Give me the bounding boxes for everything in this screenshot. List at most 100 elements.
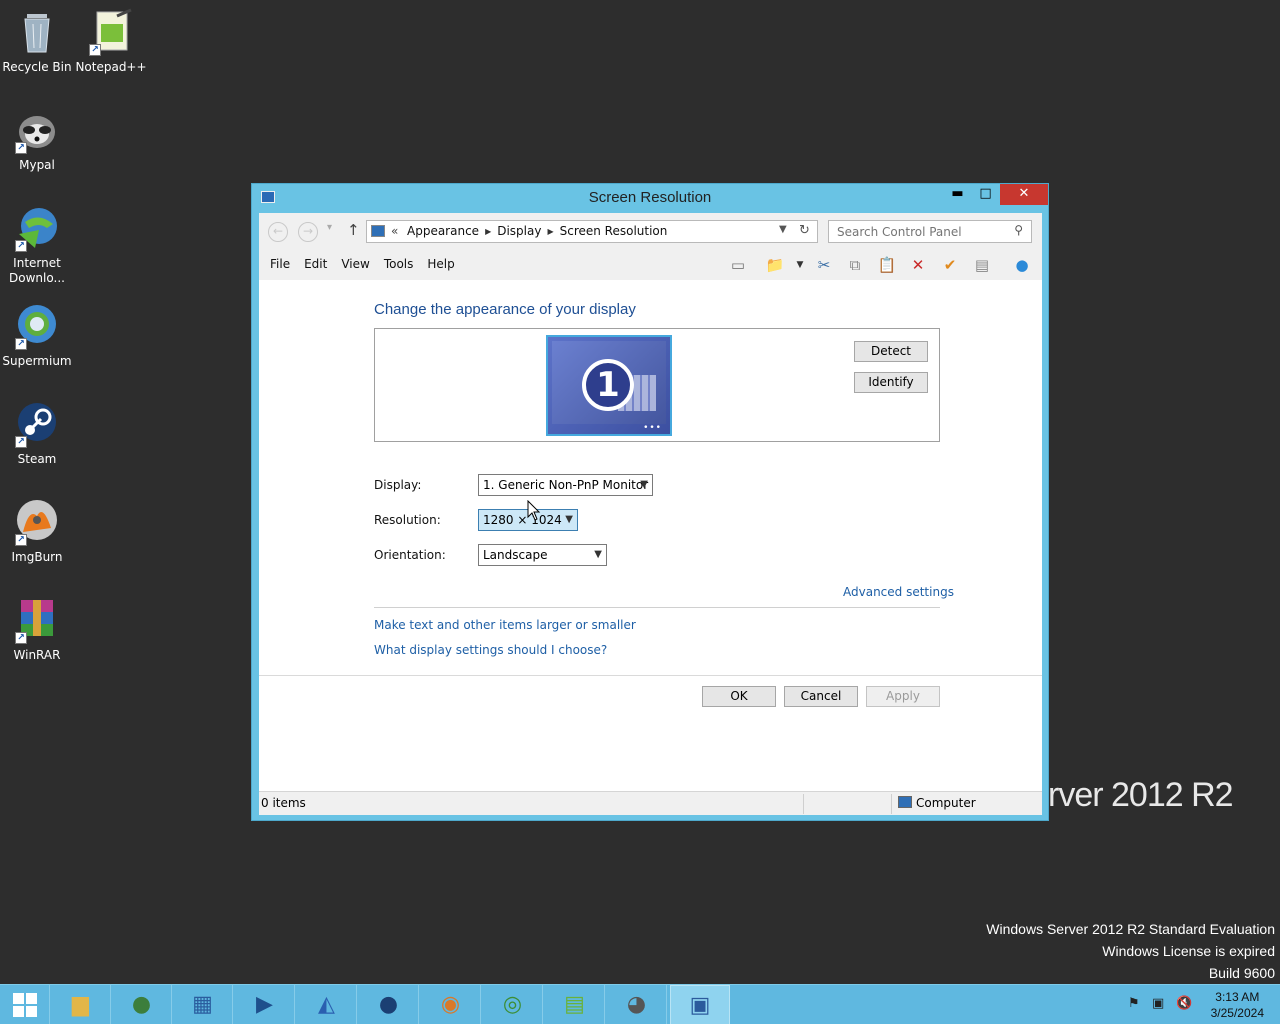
apply-button[interactable]: Apply	[866, 686, 940, 707]
breadcrumb-separator-icon[interactable]: ▶	[485, 224, 491, 240]
menu-bar: File Edit View Tools Help	[263, 257, 462, 271]
shortcut-arrow-icon: ↗	[15, 632, 27, 644]
toolbar-dropdown-icon[interactable]: ▼	[789, 255, 811, 275]
desktop-icon-winrar[interactable]: ↗ WinRAR	[0, 596, 74, 663]
ok-button[interactable]: OK	[702, 686, 776, 707]
folder-icon[interactable]: 📁	[764, 255, 786, 275]
start-button[interactable]	[0, 985, 50, 1024]
detect-button[interactable]: Detect	[854, 341, 928, 362]
mypal-raccoon-icon: ↗	[13, 106, 61, 154]
layout-pane-icon[interactable]: ▭	[727, 255, 749, 275]
monitor-dots-icon: •••	[643, 423, 662, 433]
desktop-icon-recycle-bin[interactable]: Recycle Bin	[0, 8, 74, 75]
status-divider	[891, 794, 892, 814]
taskbar-file-explorer[interactable]: ▆	[51, 985, 111, 1024]
address-dropdown-icon[interactable]: ▼	[779, 224, 787, 235]
breadcrumb-separator-icon[interactable]: ▶	[547, 224, 553, 240]
recent-pages-chevron-icon[interactable]: ▾	[327, 222, 332, 233]
globe-icon[interactable]: ●	[1011, 255, 1033, 275]
desktop-icon-label: WinRAR	[13, 648, 61, 662]
navigation-bar: ← → ▾ ↑ « Appearance ▶ Display ▶ Screen …	[259, 213, 1042, 249]
desktop-icon-label: ImgBurn	[11, 550, 63, 564]
menu-edit[interactable]: Edit	[297, 257, 334, 271]
taskbar-app-sail[interactable]: ◭	[297, 985, 357, 1024]
taskbar-steam[interactable]: ●	[359, 985, 419, 1024]
refresh-icon[interactable]: ↻	[799, 223, 810, 238]
shortcut-arrow-icon: ↗	[15, 436, 27, 448]
breadcrumb-appearance[interactable]: Appearance	[407, 224, 479, 240]
breadcrumb-display[interactable]: Display	[497, 224, 541, 240]
delete-icon[interactable]: ✕	[907, 255, 929, 275]
maximize-button[interactable]: □	[972, 184, 999, 205]
steam-icon: ↗	[13, 400, 61, 448]
monitor-thumbnail[interactable]: 1 •••	[546, 335, 672, 436]
orientation-select[interactable]: Landscape ▼	[478, 544, 607, 566]
windows-logo-icon	[12, 993, 37, 1017]
taskbar-notepad-plus-plus[interactable]: ▤	[545, 985, 605, 1024]
desktop-icon-mypal[interactable]: ↗ Mypal	[0, 106, 74, 173]
checkmark-icon[interactable]: ✔	[939, 255, 961, 275]
taskbar-control-panel[interactable]: ▣	[670, 985, 730, 1024]
section-divider	[374, 607, 940, 608]
forward-arrow-icon[interactable]: →	[298, 222, 318, 242]
desktop-icon-label: Mypal	[19, 158, 55, 172]
volume-muted-icon[interactable]: 🔇	[1176, 996, 1192, 1011]
window-client: ← → ▾ ↑ « Appearance ▶ Display ▶ Screen …	[259, 213, 1042, 815]
address-prefix[interactable]: «	[391, 224, 398, 238]
resolution-select-value: 1280 × 1024	[483, 513, 562, 527]
menu-view[interactable]: View	[334, 257, 376, 271]
desktop-icon-label: Recycle Bin	[2, 60, 72, 74]
display-help-link[interactable]: What display settings should I choose?	[374, 643, 607, 657]
desktop-icon-internet-download-manager[interactable]: ↗ Internet Downlo...	[0, 204, 74, 286]
identify-button[interactable]: Identify	[854, 372, 928, 393]
close-button[interactable]: ✕	[1000, 184, 1048, 205]
shortcut-arrow-icon: ↗	[15, 240, 27, 252]
breadcrumb-screen-resolution[interactable]: Screen Resolution	[560, 224, 668, 240]
display-select[interactable]: 1. Generic Non-PnP Monitor ▼	[478, 474, 653, 496]
status-divider	[803, 794, 804, 814]
notepad-plus-plus-icon: ▤	[564, 992, 585, 1017]
menu-file[interactable]: File	[263, 257, 297, 271]
properties-icon[interactable]: ▤	[971, 255, 993, 275]
window-titlebar[interactable]: Screen Resolution ▬ □ ✕	[252, 184, 1048, 213]
menu-tools[interactable]: Tools	[377, 257, 421, 271]
desktop-icon-steam[interactable]: ↗ Steam	[0, 400, 74, 467]
taskbar-supermium[interactable]: ●	[112, 985, 172, 1024]
desktop-icon-supermium[interactable]: ↗ Supermium	[0, 302, 74, 369]
search-icon[interactable]: ⚲	[1014, 223, 1023, 237]
chevron-down-icon: ▼	[565, 514, 573, 525]
up-arrow-icon[interactable]: ↑	[347, 221, 360, 239]
sail-app-icon: ◭	[318, 992, 335, 1017]
taskbar-powershell[interactable]: ▶	[235, 985, 295, 1024]
search-box[interactable]: ⚲	[828, 220, 1032, 243]
desktop-icon-imgburn[interactable]: ↗ ImgBurn	[0, 498, 74, 565]
cut-icon[interactable]: ✂	[813, 255, 835, 275]
page-title: Change the appearance of your display	[374, 301, 636, 318]
mypal-raccoon-icon: ◕	[626, 992, 647, 1017]
desktop-icon-label: Notepad++	[75, 60, 147, 74]
desktop-icon-notepad-plus-plus[interactable]: ↗ Notepad++	[74, 8, 148, 75]
shortcut-arrow-icon: ↗	[15, 338, 27, 350]
minimize-button[interactable]: ▬	[944, 184, 971, 205]
shortcut-arrow-icon: ↗	[15, 534, 27, 546]
action-center-flag-icon[interactable]: ⚑	[1128, 996, 1140, 1011]
search-input[interactable]	[837, 222, 1007, 242]
recycle-bin-icon	[13, 8, 61, 56]
resolution-label: Resolution:	[374, 513, 441, 527]
taskbar-internet-download-manager[interactable]: ◎	[483, 985, 543, 1024]
network-icon[interactable]: ▣	[1152, 996, 1164, 1011]
advanced-settings-link[interactable]: Advanced settings	[843, 585, 954, 599]
back-arrow-icon[interactable]: ←	[268, 222, 288, 242]
chevron-down-icon: ▼	[640, 479, 648, 490]
system-clock[interactable]: 3:13 AM 3/25/2024	[1211, 989, 1264, 1021]
taskbar: ▆ ● ▦ ▶ ◭ ● ◉ ◎ ▤ ◕ ▣ ⚑ ▣ 🔇 3:13 AM 3/25…	[0, 984, 1280, 1024]
taskbar-server-manager[interactable]: ▦	[173, 985, 233, 1024]
address-bar[interactable]: « Appearance ▶ Display ▶ Screen Resoluti…	[366, 220, 818, 243]
taskbar-imgburn[interactable]: ◉	[421, 985, 481, 1024]
copy-icon[interactable]: ⧉	[844, 255, 866, 275]
menu-help[interactable]: Help	[420, 257, 461, 271]
text-size-link[interactable]: Make text and other items larger or smal…	[374, 618, 636, 632]
cancel-button[interactable]: Cancel	[784, 686, 858, 707]
paste-icon[interactable]: 📋	[876, 255, 898, 275]
taskbar-mypal[interactable]: ◕	[607, 985, 667, 1024]
